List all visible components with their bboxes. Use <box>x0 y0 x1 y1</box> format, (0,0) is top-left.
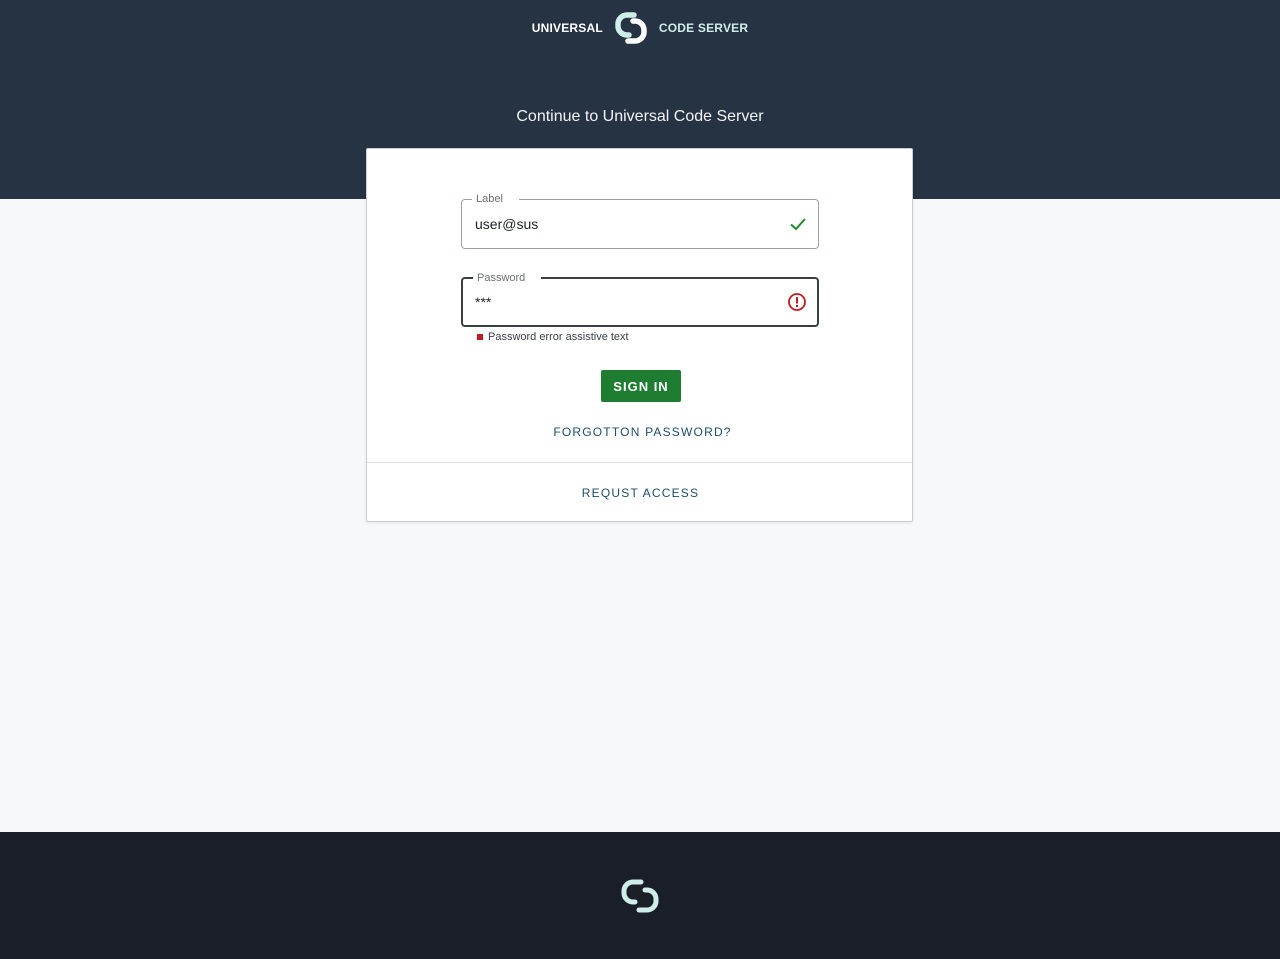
check-icon <box>788 214 808 234</box>
password-error-message: Password error assistive text <box>477 331 629 343</box>
forgot-password-link[interactable]: FORGOTTON PASSWORD? <box>367 425 914 439</box>
link-logo-icon <box>621 879 659 913</box>
link-logo-icon <box>615 12 647 44</box>
login-page: UNIVERSAL CODE SERVER Continue to Univer… <box>0 0 1280 959</box>
card-divider <box>367 462 912 463</box>
brand-name-left: UNIVERSAL <box>531 21 603 35</box>
password-field[interactable]: Password <box>461 271 819 327</box>
email-field[interactable]: Label <box>461 192 819 249</box>
error-marker-icon <box>477 334 483 340</box>
password-input[interactable] <box>475 279 775 325</box>
error-circle-icon <box>787 292 807 312</box>
login-card: Label Password Password error assisti <box>366 148 913 522</box>
brand[interactable]: UNIVERSAL CODE SERVER <box>0 6 1280 50</box>
sign-in-button[interactable]: SIGN IN <box>601 370 681 402</box>
request-access-link[interactable]: REQUST ACCESS <box>367 486 914 500</box>
brand-name-right: CODE SERVER <box>658 21 749 35</box>
page-title: Continue to Universal Code Server <box>516 108 764 125</box>
email-input[interactable] <box>475 200 775 248</box>
password-error-text: Password error assistive text <box>488 331 629 343</box>
footer <box>0 832 1280 959</box>
